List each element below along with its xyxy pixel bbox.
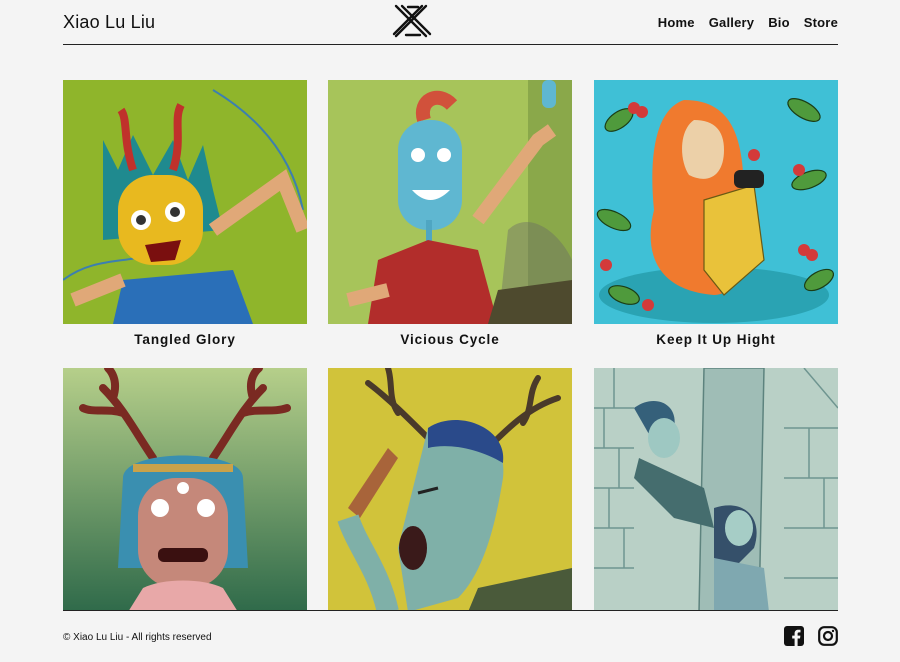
- nav-home-link[interactable]: Home: [658, 15, 695, 30]
- gallery-tile[interactable]: Keep It Up Hight: [594, 80, 838, 347]
- main-nav: Home Gallery Bio Store: [658, 15, 838, 30]
- artwork-image-climbing-tree[interactable]: [594, 368, 838, 612]
- artwork-image-keep-it-up-hight[interactable]: [594, 80, 838, 324]
- artwork-image-antlered-mask[interactable]: [63, 368, 307, 612]
- gallery-tile[interactable]: [328, 368, 572, 620]
- gallery-tile[interactable]: [63, 368, 307, 620]
- copyright-text: © Xiao Lu Liu - All rights reserved: [63, 632, 212, 643]
- nav-store-link[interactable]: Store: [804, 15, 838, 30]
- site-footer: © Xiao Lu Liu - All rights reserved: [63, 610, 838, 662]
- nav-gallery-link[interactable]: Gallery: [709, 15, 755, 30]
- instagram-icon[interactable]: [818, 626, 838, 646]
- gallery-tile[interactable]: Vicious Cycle: [328, 80, 572, 347]
- site-title[interactable]: Xiao Lu Liu: [63, 12, 155, 33]
- artwork-title[interactable]: Vicious Cycle: [328, 332, 572, 347]
- gallery-tile[interactable]: Tangled Glory: [63, 80, 307, 347]
- social-links: [784, 626, 838, 646]
- artwork-image-vicious-cycle[interactable]: [328, 80, 572, 324]
- site-header: Xiao Lu Liu Home Gallery Bio Store: [63, 0, 838, 45]
- artwork-title[interactable]: Tangled Glory: [63, 332, 307, 347]
- nav-bio-link[interactable]: Bio: [768, 15, 790, 30]
- artwork-title[interactable]: Keep It Up Hight: [594, 332, 838, 347]
- artwork-image-tangled-glory[interactable]: [63, 80, 307, 324]
- artwork-image-antlered-man[interactable]: [328, 368, 572, 612]
- facebook-icon[interactable]: [784, 626, 804, 646]
- gallery-tile[interactable]: [594, 368, 838, 620]
- crossed-x-logo-icon[interactable]: [392, 4, 432, 38]
